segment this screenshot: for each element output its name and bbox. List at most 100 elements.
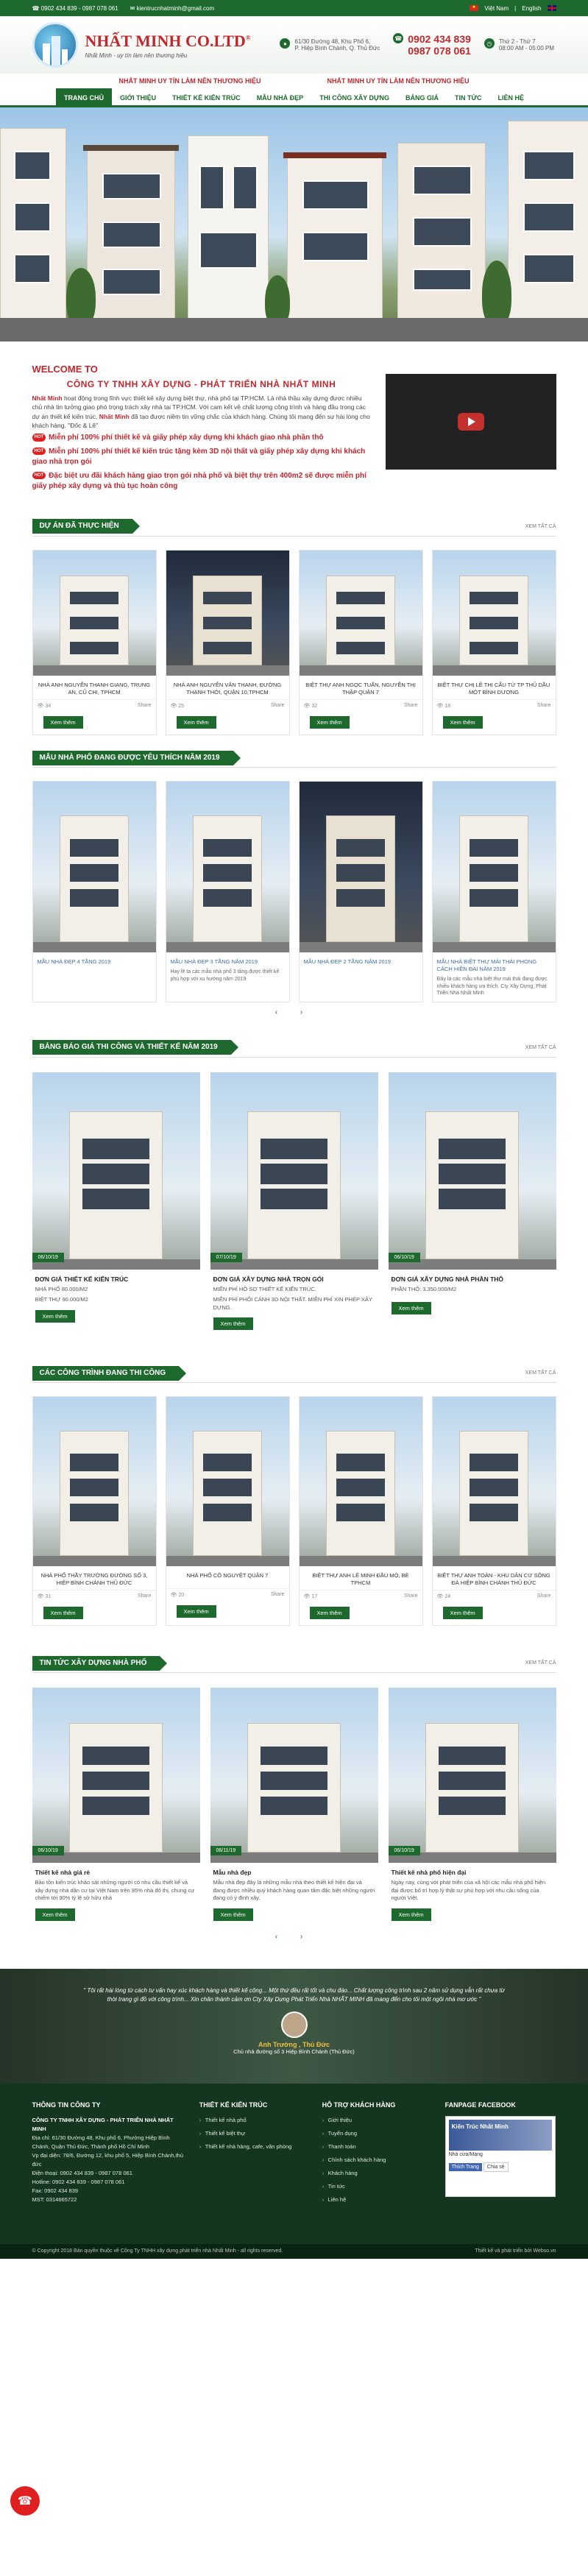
- hero-banner[interactable]: [0, 107, 588, 342]
- construction-card[interactable]: NHÀ PHỐ THẦY TRƯỜNG ĐƯỜNG SỐ 3, HIỆP BÌN…: [32, 1396, 157, 1627]
- fb-share-button[interactable]: Chia sẻ: [483, 2162, 509, 2173]
- footer-phone[interactable]: Điện thoại: 0902 434 839 - 0987 078 061: [32, 2169, 188, 2178]
- project-image[interactable]: [32, 550, 156, 676]
- price-card[interactable]: 06/10/19 ĐƠN GIÁ THIẾT KẾ KIẾN TRÚC NHÀ PH…: [32, 1072, 200, 1337]
- price-image[interactable]: 06/10/19: [32, 1072, 200, 1270]
- nav-price-list[interactable]: BẢNG GIÁ: [397, 88, 447, 107]
- carousel-arrows[interactable]: ‹ ›: [32, 1933, 556, 1941]
- news-image[interactable]: 06/11/19: [210, 1688, 378, 1864]
- footer-link[interactable]: Thiết kế biệt thự: [199, 2129, 311, 2138]
- view-all-link[interactable]: XEM TẤT CẢ: [525, 524, 556, 529]
- price-title[interactable]: ĐƠN GIÁ XÂY DỰNG NHÀ PHẦN THÔ: [389, 1270, 556, 1284]
- share-button[interactable]: Share: [404, 1593, 418, 1599]
- footer-link[interactable]: Thiết kế nhà phố: [199, 2116, 311, 2125]
- design-image[interactable]: [299, 782, 422, 952]
- read-more-button[interactable]: Xem thêm: [442, 1607, 483, 1620]
- share-button[interactable]: Share: [537, 1593, 551, 1599]
- share-button[interactable]: Share: [537, 703, 551, 709]
- vietnam-flag-icon[interactable]: [470, 4, 479, 11]
- logo[interactable]: [32, 22, 78, 68]
- facebook-widget[interactable]: Kiến Trúc Nhất Minh Nhà cửa/Mạng Thích T…: [444, 2116, 556, 2198]
- project-card[interactable]: NHÀ ANH NGUYỄN THANH GIANG, TRUNG AN, CỦ…: [32, 549, 157, 735]
- nav-construction[interactable]: THI CÔNG XÂY DỰNG: [311, 88, 397, 107]
- share-button[interactable]: Share: [271, 703, 285, 709]
- developer-credit[interactable]: Thiết kế và phát triển bởi Webso.vn: [475, 2248, 556, 2254]
- construction-title[interactable]: NHÀ PHỐ THẦY TRƯỜNG ĐƯỜNG SỐ 3, HIỆP BÌN…: [33, 1566, 156, 1590]
- construction-title[interactable]: NHÀ PHỐ CÔ NGUYỆT QUẬN 7: [166, 1566, 289, 1588]
- construction-image[interactable]: [166, 1397, 289, 1567]
- read-more-button[interactable]: Xem thêm: [213, 1908, 253, 1921]
- design-title[interactable]: MẪU NHÀ ĐẸP 3 TẦNG NĂM 2019: [166, 952, 289, 967]
- project-title[interactable]: BIỆT THỰ ANH NGỌC TUẤN, NGUYỄN THỊ THẬP …: [300, 676, 422, 699]
- construction-title[interactable]: BIỆT THỰ ANH TOÀN - KHU DÂN CƯ SÔNG ĐÀ H…: [433, 1566, 556, 1590]
- price-title[interactable]: ĐƠN GIÁ THIẾT KẾ KIẾN TRÚC: [32, 1270, 200, 1284]
- share-button[interactable]: Share: [138, 1593, 152, 1599]
- topbar-email[interactable]: ✉ kientrucnhatminh@gmail.com: [130, 5, 214, 12]
- project-image[interactable]: [166, 550, 289, 676]
- share-button[interactable]: Share: [271, 1592, 285, 1598]
- project-card[interactable]: BIỆT THỰ CHỊ LÊ THỊ CẨU TỪ TP THỦ DẦU MỘ…: [431, 549, 556, 735]
- view-all-link[interactable]: XEM TẤT CẢ: [525, 1370, 556, 1376]
- project-card[interactable]: BIỆT THỰ ANH NGỌC TUẤN, NGUYỄN THỊ THẬP …: [298, 549, 423, 735]
- construction-card[interactable]: NHÀ PHỐ CÔ NGUYỆT QUẬN 7 👁 20 Share Xem thê…: [165, 1396, 290, 1627]
- nav-about[interactable]: GIỚI THIỆU: [112, 88, 164, 107]
- lang-vn-link[interactable]: Việt Nam: [484, 5, 509, 12]
- fb-like-button[interactable]: Thích Trang: [448, 2163, 482, 2172]
- view-all-link[interactable]: XEM TẤT CẢ: [525, 1045, 556, 1050]
- construction-card[interactable]: BIỆT THỰ ANH TOÀN - KHU DÂN CƯ SÔNG ĐÀ H…: [431, 1396, 556, 1627]
- project-title[interactable]: NHÀ ANH NGUYỄN VĂN THANH, ĐƯỜNG THẠNH TH…: [166, 676, 289, 699]
- project-card[interactable]: NHÀ ANH NGUYỄN VĂN THANH, ĐƯỜNG THẠNH TH…: [165, 549, 290, 735]
- footer-link[interactable]: Thiết kế nhà hàng, cafe, văn phòng: [199, 2142, 311, 2151]
- design-title[interactable]: MẪU NHÀ BIỆT THỰ MÁI THÁI PHONG CÁCH HIỆ…: [433, 952, 556, 974]
- news-image[interactable]: 06/10/19: [388, 1688, 556, 1864]
- project-image[interactable]: [432, 550, 556, 676]
- footer-link[interactable]: Liên hệ: [322, 2195, 433, 2204]
- read-more-button[interactable]: Xem thêm: [35, 1908, 75, 1921]
- project-image[interactable]: [299, 550, 422, 676]
- header-phones[interactable]: ☎ 0902 434 839 0987 078 061: [393, 33, 471, 57]
- read-more-button[interactable]: Xem thêm: [35, 1309, 75, 1323]
- carousel-arrows[interactable]: ‹ ›: [32, 1008, 556, 1016]
- footer-link[interactable]: Tin tức: [322, 2182, 433, 2191]
- footer-link[interactable]: Tuyển dụng: [322, 2129, 433, 2138]
- read-more-button[interactable]: Xem thêm: [43, 716, 83, 729]
- construction-title[interactable]: BIỆT THỰ ANH LÊ MINH ĐẦU MỘ, BÈ TPHCM: [300, 1566, 422, 1590]
- share-button[interactable]: Share: [404, 703, 418, 709]
- news-card[interactable]: 06/11/19 Mẫu nhà đẹp Mẫu nhà đẹp đây là nh…: [210, 1688, 378, 1927]
- construction-image[interactable]: [432, 1397, 556, 1567]
- construction-card[interactable]: BIỆT THỰ ANH LÊ MINH ĐẦU MỘ, BÈ TPHCM 👁 1…: [298, 1396, 423, 1627]
- news-card[interactable]: 06/10/19 Thiết kế nhà phố hiện đại Ngày na…: [388, 1688, 556, 1927]
- fb-page-name[interactable]: Kiến Trúc Nhất Minh: [448, 2120, 552, 2151]
- price-title[interactable]: ĐƠN GIÁ XÂY DỰNG NHÀ TRỌN GÓI: [210, 1270, 378, 1284]
- price-card[interactable]: 07/10/19 ĐƠN GIÁ XÂY DỰNG NHÀ TRỌN GÓI MIỄ…: [210, 1072, 378, 1337]
- footer-link[interactable]: Giới thiệu: [322, 2116, 433, 2125]
- share-button[interactable]: Share: [138, 703, 152, 709]
- read-more-button[interactable]: Xem thêm: [442, 716, 483, 729]
- read-more-button[interactable]: Xem thêm: [309, 1607, 350, 1620]
- read-more-button[interactable]: Xem thêm: [391, 1302, 431, 1315]
- footer-link[interactable]: Khách hàng: [322, 2169, 433, 2178]
- design-card[interactable]: MẪU NHÀ BIỆT THỰ MÁI THÁI PHONG CÁCH HIỆ…: [431, 781, 556, 1002]
- read-more-button[interactable]: Xem thêm: [391, 1908, 431, 1921]
- read-more-button[interactable]: Xem thêm: [176, 1605, 216, 1618]
- read-more-button[interactable]: Xem thêm: [213, 1317, 253, 1331]
- footer-link[interactable]: Chính sách khách hàng: [322, 2156, 433, 2165]
- design-card[interactable]: MẪU NHÀ ĐẸP 2 TẦNG NĂM 2019: [298, 781, 423, 1002]
- design-card[interactable]: MẪU NHÀ ĐẸP 3 TẦNG NĂM 2019 Hay lẽ ta các…: [165, 781, 290, 1002]
- nav-news[interactable]: TIN TỨC: [447, 88, 489, 107]
- phone-2[interactable]: 0987 078 061: [408, 45, 471, 57]
- read-more-button[interactable]: Xem thêm: [176, 716, 216, 729]
- view-all-link[interactable]: XEM TẤT CẢ: [525, 1660, 556, 1666]
- design-card[interactable]: MẪU NHÀ ĐẸP 4 TẦNG 2019: [32, 781, 157, 1002]
- uk-flag-icon[interactable]: [547, 5, 556, 11]
- design-title[interactable]: MẪU NHÀ ĐẸP 2 TẦNG NĂM 2019: [300, 952, 422, 967]
- construction-image[interactable]: [32, 1397, 156, 1567]
- price-image[interactable]: 06/10/19: [388, 1072, 556, 1270]
- construction-image[interactable]: [299, 1397, 422, 1567]
- news-title[interactable]: Thiết kế nhà phố hiện đại: [389, 1863, 556, 1878]
- design-image[interactable]: [32, 782, 156, 952]
- video-player[interactable]: [385, 374, 556, 470]
- nav-architecture[interactable]: THIẾT KẾ KIẾN TRÚC: [164, 88, 249, 107]
- news-card[interactable]: 06/10/19 Thiết kế nhà giá rẻ Bảo tồn kiến …: [32, 1688, 200, 1927]
- design-title[interactable]: MẪU NHÀ ĐẸP 4 TẦNG 2019: [33, 952, 156, 967]
